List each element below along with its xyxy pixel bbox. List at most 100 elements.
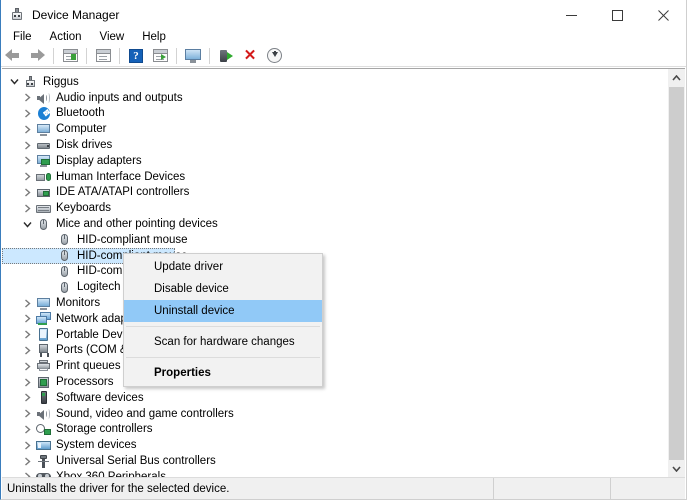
chevron-right-icon[interactable] xyxy=(19,375,35,390)
tree-item[interactable]: Print queues xyxy=(2,358,667,374)
tree-item-icon xyxy=(35,90,51,105)
scan-hardware-button[interactable] xyxy=(149,46,171,66)
mouse-icon xyxy=(57,281,72,294)
update-driver-button[interactable] xyxy=(182,46,204,66)
chevron-right-icon[interactable] xyxy=(19,422,35,437)
scroll-down-button[interactable] xyxy=(668,460,685,477)
chevron-right-icon[interactable] xyxy=(19,343,35,358)
tree-item[interactable]: Monitors xyxy=(2,295,667,311)
device-tree[interactable]: RiggusAudio inputs and outputs✥Bluetooth… xyxy=(2,69,667,477)
tree-root-item[interactable]: Riggus xyxy=(2,74,667,90)
tree-item[interactable]: Network adapters xyxy=(2,311,667,327)
toolbar-separator xyxy=(86,48,87,64)
maximize-button[interactable] xyxy=(594,0,640,30)
show-hide-console-tree-icon xyxy=(63,49,78,62)
tree-item-icon xyxy=(56,232,72,247)
tree-item[interactable]: Mice and other pointing devices xyxy=(2,216,667,232)
chevron-right-icon[interactable] xyxy=(19,390,35,405)
chevron-down-icon[interactable] xyxy=(6,74,22,89)
context-menu[interactable]: Update driverDisable deviceUninstall dev… xyxy=(123,253,323,387)
device-tree-panel: RiggusAudio inputs and outputs✥Bluetooth… xyxy=(2,68,685,477)
scroll-up-button[interactable] xyxy=(668,69,685,86)
close-button[interactable] xyxy=(640,0,686,30)
tree-item-icon xyxy=(35,327,51,342)
tree-item[interactable]: Display adapters xyxy=(2,153,667,169)
chevron-right-icon[interactable] xyxy=(19,469,35,477)
tree-item[interactable]: Keyboards xyxy=(2,200,667,216)
forward-button[interactable] xyxy=(26,46,48,66)
context-menu-item[interactable]: Scan for hardware changes xyxy=(124,331,322,353)
tree-item[interactable]: Software devices xyxy=(2,390,667,406)
tree-item[interactable]: Human Interface Devices xyxy=(2,169,667,185)
tree-item-label: System devices xyxy=(56,439,137,451)
tree-item[interactable]: Ports (COM & LPT) xyxy=(2,343,667,359)
tree-item[interactable]: System devices xyxy=(2,437,667,453)
tree-item[interactable]: Portable Devices xyxy=(2,327,667,343)
speaker-icon xyxy=(36,91,51,104)
speaker-icon xyxy=(36,407,51,420)
chevron-right-icon[interactable] xyxy=(19,90,35,105)
chevron-right-icon[interactable] xyxy=(19,406,35,421)
context-menu-item[interactable]: Disable device xyxy=(124,278,322,300)
context-menu-item[interactable]: Properties xyxy=(124,362,322,384)
network-adapter-icon xyxy=(36,312,51,325)
disable-device-button[interactable] xyxy=(215,46,237,66)
help-button[interactable]: ? xyxy=(125,46,147,66)
vertical-scrollbar[interactable] xyxy=(667,69,685,477)
chevron-right-icon[interactable] xyxy=(19,438,35,453)
chevron-right-icon[interactable] xyxy=(19,122,35,137)
chevron-right-icon[interactable] xyxy=(19,311,35,326)
chevron-right-icon[interactable] xyxy=(19,185,35,200)
mouse-icon xyxy=(36,218,51,231)
tree-item[interactable]: HID-compliant mouse xyxy=(2,264,667,280)
tree-item[interactable]: IDE ATA/ATAPI controllers xyxy=(2,185,667,201)
tree-item-icon xyxy=(35,359,51,374)
tree-item-label: HID-compliant mouse xyxy=(77,234,188,246)
tree-item[interactable]: Logitech xyxy=(2,279,667,295)
tree-item[interactable]: HID-compliant mouse xyxy=(2,248,667,264)
tree-item-label: Processors xyxy=(56,376,114,388)
scan-for-hardware-changes-icon xyxy=(153,49,168,62)
monitor-icon xyxy=(36,297,51,310)
back-button[interactable] xyxy=(2,46,24,66)
tree-item[interactable]: Storage controllers xyxy=(2,422,667,438)
tree-item[interactable]: HID-compliant mouse xyxy=(2,232,667,248)
minimize-button[interactable] xyxy=(548,0,594,30)
context-menu-item[interactable]: Update driver xyxy=(124,256,322,278)
tree-item[interactable]: Universal Serial Bus controllers xyxy=(2,453,667,469)
toolbar-separator xyxy=(119,48,120,64)
chevron-down-icon xyxy=(672,466,681,472)
tree-item-icon xyxy=(35,185,51,200)
display-adapter-icon xyxy=(36,154,51,167)
tree-item[interactable]: ✥Bluetooth xyxy=(2,106,667,122)
tree-item-label: Mice and other pointing devices xyxy=(56,218,218,230)
chevron-right-icon[interactable] xyxy=(19,201,35,216)
chevron-right-icon[interactable] xyxy=(19,138,35,153)
tree-item[interactable]: Disk drives xyxy=(2,137,667,153)
tree-item-icon xyxy=(56,264,72,279)
chevron-right-icon[interactable] xyxy=(19,454,35,469)
chevron-down-icon[interactable] xyxy=(19,217,35,232)
chevron-right-icon[interactable] xyxy=(19,296,35,311)
menu-help[interactable]: Help xyxy=(133,30,175,45)
menu-file[interactable]: File xyxy=(4,30,41,45)
uninstall-device-button[interactable]: ✕ xyxy=(239,46,261,66)
tree-item[interactable]: Xbox 360 Peripherals xyxy=(2,469,667,477)
tree-item[interactable]: Processors xyxy=(2,374,667,390)
menu-action[interactable]: Action xyxy=(41,30,91,45)
chevron-right-icon[interactable] xyxy=(19,327,35,342)
properties-button[interactable] xyxy=(92,46,114,66)
update-driver-software-button[interactable] xyxy=(263,46,285,66)
tree-item[interactable]: Sound, video and game controllers xyxy=(2,406,667,422)
tree-item[interactable]: Audio inputs and outputs xyxy=(2,90,667,106)
menu-view[interactable]: View xyxy=(91,30,134,45)
chevron-right-icon[interactable] xyxy=(19,153,35,168)
chevron-right-icon[interactable] xyxy=(19,359,35,374)
chevron-right-icon[interactable] xyxy=(19,106,35,121)
tree-item[interactable]: Computer xyxy=(2,121,667,137)
chevron-right-icon[interactable] xyxy=(19,169,35,184)
show-hide-console-tree-button[interactable] xyxy=(59,46,81,66)
scrollbar-thumb[interactable] xyxy=(669,87,684,468)
context-menu-item[interactable]: Uninstall device xyxy=(124,300,322,322)
tree-item-icon xyxy=(35,296,51,311)
